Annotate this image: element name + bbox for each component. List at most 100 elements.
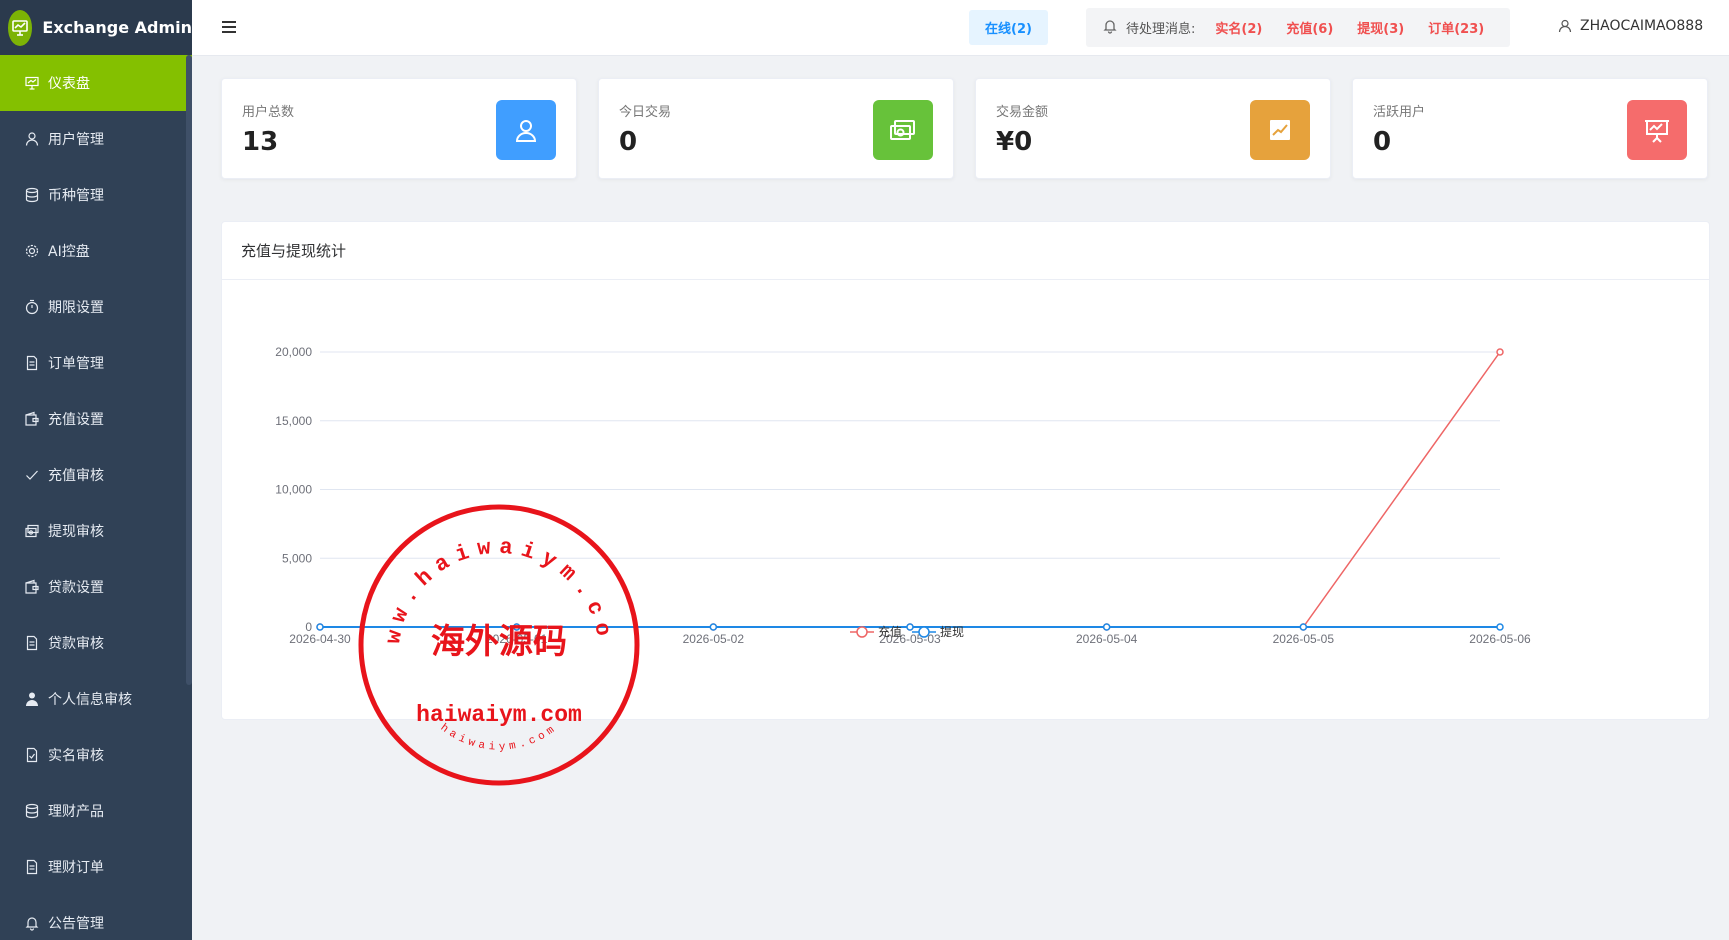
stat-value: 0 <box>619 127 638 157</box>
check-icon <box>24 467 40 483</box>
sidebar-item[interactable]: 实名审核 <box>0 727 192 783</box>
notice-realname-link[interactable]: 实名(2) <box>1215 18 1262 37</box>
notice-withdraw-link[interactable]: 提现(3) <box>1357 18 1404 37</box>
data-point[interactable] <box>512 623 521 631</box>
document-icon <box>24 859 40 875</box>
brand-logo-icon <box>8 9 33 46</box>
user-icon <box>496 100 556 160</box>
sidebar-item-label: 个人信息审核 <box>48 692 132 708</box>
wallet-icon <box>24 579 40 595</box>
sidebar-item[interactable]: 理财订单 <box>0 839 192 895</box>
data-point[interactable] <box>1299 623 1308 631</box>
sidebar-item-label: 仪表盘 <box>48 76 90 92</box>
notice-order-link[interactable]: 订单(23) <box>1428 18 1484 37</box>
sidebar-item-label: 期限设置 <box>48 300 104 316</box>
sidebar-item[interactable]: 币种管理 <box>0 167 192 223</box>
data-point[interactable] <box>1102 623 1111 631</box>
y-tick-label: 20,000 <box>275 345 312 359</box>
sidebar-item-label: 贷款审核 <box>48 636 104 652</box>
document-icon <box>24 355 40 371</box>
stopwatch-icon <box>24 299 40 315</box>
online-status-button[interactable]: 在线(2) <box>969 10 1048 45</box>
x-tick-label: 2026-05-02 <box>683 632 745 646</box>
stat-label: 交易金额 <box>996 105 1049 120</box>
sidebar-item[interactable]: 个人信息审核 <box>0 671 192 727</box>
database-icon <box>24 803 40 819</box>
data-point[interactable] <box>1496 623 1504 631</box>
y-tick-label: 5,000 <box>282 551 312 565</box>
sidebar-item[interactable]: 用户管理 <box>0 111 192 167</box>
wallet-icon <box>24 411 40 427</box>
stat-card-total-users: 用户总数 13 <box>221 78 577 179</box>
sidebar: Exchange Admin 仪表盘 用户管理 币种管理 AI控盘 期限设置 订单管理 充值… <box>0 0 192 940</box>
notice-recharge-link[interactable]: 充值(6) <box>1286 18 1333 37</box>
pending-notices-bar: 待处理消息: 实名(2) 充值(6) 提现(3) 订单(23) <box>1086 8 1510 47</box>
stat-card-trade-amount: 交易金额 ¥0 <box>975 78 1331 179</box>
bell-icon <box>1102 18 1118 38</box>
sidebar-item[interactable]: 理财产品 <box>0 783 192 839</box>
bell-icon <box>24 915 40 931</box>
stat-card-today-trades: 今日交易 0 <box>598 78 954 179</box>
stat-value: 13 <box>242 127 279 157</box>
legend-label[interactable]: 充值 <box>878 624 902 639</box>
sidebar-item[interactable]: 公告管理 <box>0 895 192 940</box>
stat-value: ¥0 <box>996 127 1033 157</box>
sidebar-menu: 仪表盘用户管理币种管理 AI控盘期限设置订单管理 充值设置充值审核提现审核贷款设置贷… <box>0 55 192 940</box>
document-icon <box>24 635 40 651</box>
sidebar-item[interactable]: AI控盘 <box>0 223 192 279</box>
sidebar-item-label: 币种管理 <box>48 188 104 204</box>
x-tick-label: 2026-05-06 <box>1469 632 1531 646</box>
stat-card-active-users: 活跃用户 0 <box>1352 78 1708 179</box>
sidebar-item[interactable]: 提现审核 <box>0 503 192 559</box>
y-tick-label: 15,000 <box>275 414 312 428</box>
stat-label: 活跃用户 <box>1373 105 1426 120</box>
legend-marker[interactable] <box>918 626 930 638</box>
sidebar-item[interactable]: 贷款审核 <box>0 615 192 671</box>
sidebar-item[interactable]: 充值审核 <box>0 447 192 503</box>
sidebar-item[interactable]: 期限设置 <box>0 279 192 335</box>
sidebar-item-label: 充值审核 <box>48 468 104 484</box>
app-title: Exchange Admin <box>42 18 192 37</box>
legend-label[interactable]: 提现 <box>940 624 964 639</box>
user-icon <box>24 131 40 147</box>
x-tick-label: 2026-05-04 <box>1076 632 1138 646</box>
recharge-withdraw-chart: 05,00010,00015,00020,0002026-04-30 2026-0… <box>275 345 1531 646</box>
sidebar-scrollbar[interactable] <box>186 55 192 685</box>
person-solid-icon <box>24 691 40 707</box>
user-menu[interactable]: ZHAOCAIMAO888 <box>1558 18 1703 34</box>
sidebar-item[interactable]: 仪表盘 <box>0 55 192 111</box>
stat-label: 今日交易 <box>619 105 672 120</box>
sidebar-item-label: 用户管理 <box>48 132 104 148</box>
sidebar-item[interactable]: 充值设置 <box>0 391 192 447</box>
document-check-icon <box>24 747 40 763</box>
user-icon <box>1558 19 1572 33</box>
data-point[interactable] <box>906 623 914 631</box>
x-tick-label: 2026-05-05 <box>1273 632 1335 646</box>
data-point[interactable] <box>316 623 324 631</box>
sidebar-item-label: 理财订单 <box>48 860 104 876</box>
x-tick-label: 2026-05-01 <box>486 632 548 646</box>
sidebar-item-label: 实名审核 <box>48 748 104 764</box>
money-icon <box>873 100 933 160</box>
sidebar-item[interactable]: 订单管理 <box>0 335 192 391</box>
sidebar-item-label: 贷款设置 <box>48 580 104 596</box>
brand[interactable]: Exchange Admin <box>0 0 192 55</box>
data-point[interactable] <box>709 623 718 631</box>
top-header: 在线(2) 待处理消息: 实名(2) 充值(6) 提现(3) 订单(23) ZH… <box>192 0 1729 56</box>
sidebar-item-label: AI控盘 <box>48 244 90 260</box>
stat-label: 用户总数 <box>242 105 295 120</box>
database-icon <box>24 187 40 203</box>
hamburger-menu-icon[interactable] <box>220 18 238 36</box>
username: ZHAOCAIMAO888 <box>1580 18 1704 34</box>
x-tick-label: 2026-04-30 <box>289 632 351 646</box>
data-point[interactable] <box>1496 348 1504 356</box>
trend-icon <box>1250 100 1310 160</box>
y-tick-label: 10,000 <box>275 483 312 497</box>
sidebar-item[interactable]: 贷款设置 <box>0 559 192 615</box>
stat-cards: 用户总数 13 今日交易 0 交易金额 ¥0 活跃用户 0 <box>221 78 1710 179</box>
stamp-ring-text: haiwaiym.com <box>438 722 560 754</box>
gear-icon <box>24 243 40 259</box>
panel-title: 充值与提现统计 <box>222 222 1709 280</box>
legend-marker[interactable] <box>856 626 868 638</box>
sidebar-item-label: 公告管理 <box>48 916 104 932</box>
